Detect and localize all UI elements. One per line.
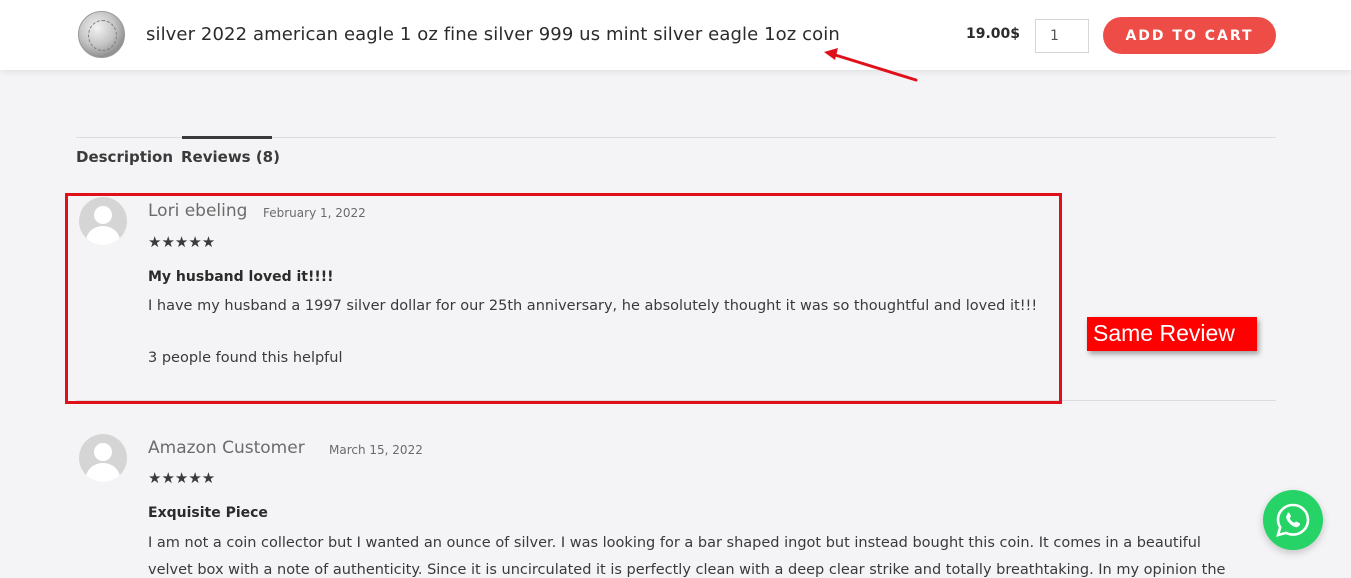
review-date: March 15, 2022 bbox=[329, 443, 423, 457]
whatsapp-icon bbox=[1276, 503, 1310, 537]
review-highlight-box bbox=[65, 193, 1062, 404]
tab-description[interactable]: Description bbox=[76, 148, 173, 166]
tab-reviews[interactable]: Reviews (8) bbox=[181, 148, 280, 166]
product-price: 19.00$ bbox=[966, 26, 1021, 42]
review-body: I am not a coin collector but I wanted a… bbox=[148, 535, 1226, 578]
same-review-annotation: Same Review bbox=[1087, 317, 1257, 351]
quantity-input[interactable] bbox=[1035, 19, 1089, 53]
whatsapp-chat-button[interactable] bbox=[1263, 490, 1323, 550]
add-to-cart-button[interactable]: ADD TO CART bbox=[1103, 17, 1276, 54]
review-author: Amazon Customer bbox=[148, 438, 305, 458]
red-arrow-annotation bbox=[824, 48, 918, 82]
star-rating-icon: ★★★★★ bbox=[148, 469, 216, 487]
silver-coin-thumbnail[interactable] bbox=[78, 11, 125, 58]
active-tab-indicator bbox=[182, 136, 272, 139]
sticky-add-to-cart-bar: silver 2022 american eagle 1 oz fine sil… bbox=[0, 0, 1351, 70]
avatar bbox=[79, 434, 127, 482]
review-title: Exquisite Piece bbox=[148, 505, 268, 521]
avatar-head-icon bbox=[94, 443, 112, 461]
avatar-body-icon bbox=[86, 463, 120, 482]
product-title: silver 2022 american eagle 1 oz fine sil… bbox=[146, 24, 840, 45]
